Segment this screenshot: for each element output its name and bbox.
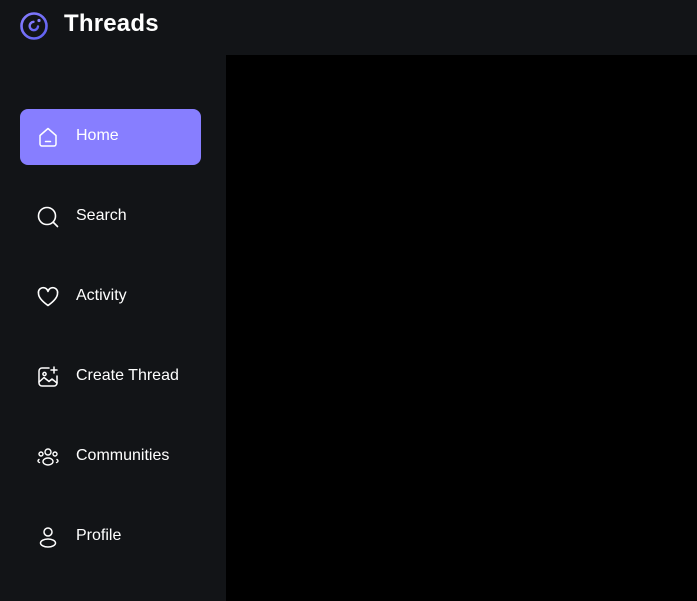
- sidebar-item-activity[interactable]: Activity: [20, 269, 201, 325]
- sidebar-item-search[interactable]: Search: [20, 189, 201, 245]
- app-title[interactable]: Threads: [64, 10, 159, 38]
- sidebar-item-label: Communities: [76, 447, 170, 464]
- sidebar-item-home[interactable]: Home: [20, 109, 201, 165]
- sidebar-item-profile[interactable]: Profile: [20, 509, 201, 565]
- sidebar-item-create-thread[interactable]: Create Thread: [20, 349, 201, 405]
- sidebar-item-label: Profile: [76, 527, 122, 544]
- sidebar-item-label: Activity: [76, 287, 127, 304]
- sidebar-item-label: Search: [76, 207, 127, 224]
- create-image-icon: [36, 365, 60, 389]
- search-icon: [36, 205, 60, 229]
- home-icon: [36, 125, 60, 149]
- top-bar: Threads: [0, 0, 697, 55]
- communities-icon: [36, 445, 60, 469]
- left-sidebar: Home Search Activity Create Thread Commu…: [0, 55, 226, 601]
- sidebar-item-label: Create Thread: [76, 367, 179, 384]
- main-content: [226, 55, 697, 601]
- sidebar-item-communities[interactable]: Communities: [20, 429, 201, 485]
- sidebar-item-label: Home: [76, 127, 119, 144]
- heart-icon: [36, 285, 60, 309]
- threads-logo-icon[interactable]: [19, 11, 49, 41]
- user-icon: [36, 525, 60, 549]
